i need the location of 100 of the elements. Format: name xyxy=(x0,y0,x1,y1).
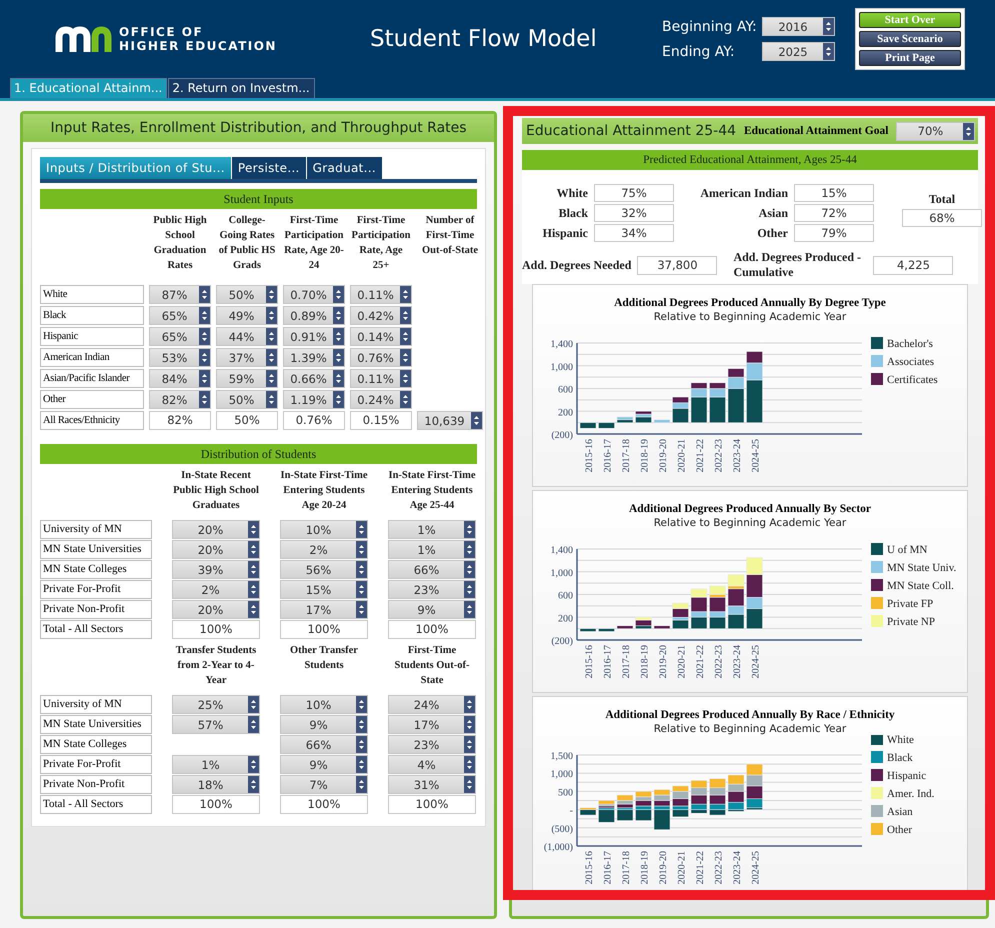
spinner-icon[interactable] xyxy=(356,561,367,578)
main-tab[interactable]: 2. Return on Investm... xyxy=(168,78,315,98)
spinner-icon[interactable] xyxy=(266,370,277,387)
spin-field[interactable]: 15% xyxy=(280,580,368,599)
spinner-icon[interactable] xyxy=(356,716,367,733)
spinner-icon[interactable] xyxy=(248,716,259,733)
spinner-icon[interactable] xyxy=(333,370,344,387)
spin-field[interactable]: 24% xyxy=(388,695,476,714)
spinner-icon[interactable] xyxy=(464,581,475,598)
spin-field[interactable]: 0.11% xyxy=(350,369,412,388)
section-tab[interactable]: Graduat... xyxy=(306,157,382,179)
spinner-icon[interactable] xyxy=(464,776,475,793)
spinner-icon[interactable] xyxy=(464,601,475,618)
spinner-icon[interactable] xyxy=(356,601,367,618)
spinner-icon[interactable] xyxy=(248,756,259,773)
year-field[interactable]: 2025 xyxy=(762,42,835,61)
spin-field[interactable]: 9% xyxy=(280,755,368,774)
spinner-icon[interactable] xyxy=(400,391,411,408)
spin-field[interactable]: 53% xyxy=(149,348,211,367)
spinner-icon[interactable] xyxy=(400,307,411,324)
spinner-icon[interactable] xyxy=(356,776,367,793)
section-tab[interactable]: Persiste... xyxy=(232,157,306,179)
spinner-icon[interactable] xyxy=(464,521,475,538)
spin-field[interactable]: 23% xyxy=(388,580,476,599)
spin-field[interactable]: 0.91% xyxy=(283,327,345,346)
spin-field[interactable]: 50% xyxy=(216,285,278,304)
spin-field[interactable]: 9% xyxy=(388,600,476,619)
spinner-icon[interactable] xyxy=(464,696,475,713)
spin-field[interactable]: 20% xyxy=(172,600,260,619)
spinner-icon[interactable] xyxy=(464,541,475,558)
spin-field[interactable]: 1% xyxy=(172,755,260,774)
spinner-icon[interactable] xyxy=(823,18,834,35)
spinner-icon[interactable] xyxy=(464,736,475,753)
spinner-icon[interactable] xyxy=(356,541,367,558)
spinner-icon[interactable] xyxy=(464,756,475,773)
spinner-icon[interactable] xyxy=(266,307,277,324)
spinner-icon[interactable] xyxy=(248,696,259,713)
spinner-icon[interactable] xyxy=(464,716,475,733)
spin-field[interactable]: 0.76% xyxy=(350,348,412,367)
spinner-icon[interactable] xyxy=(199,391,210,408)
spin-field[interactable]: 82% xyxy=(149,390,211,409)
spin-field[interactable]: 0.14% xyxy=(350,327,412,346)
spin-field[interactable]: 0.89% xyxy=(283,306,345,325)
spinner-icon[interactable] xyxy=(356,581,367,598)
spin-field[interactable]: 1.39% xyxy=(283,348,345,367)
spin-field[interactable]: 20% xyxy=(172,520,260,539)
spinner-icon[interactable] xyxy=(248,601,259,618)
section-tab[interactable]: Inputs / Distribution of Stu... xyxy=(40,157,231,179)
spin-field[interactable]: 0.42% xyxy=(350,306,412,325)
spinner-icon[interactable] xyxy=(356,756,367,773)
spin-field[interactable]: 49% xyxy=(216,306,278,325)
spin-field[interactable]: 2% xyxy=(280,540,368,559)
spin-field[interactable]: 2% xyxy=(172,580,260,599)
spin-field[interactable]: 23% xyxy=(388,735,476,754)
spinner-icon[interactable] xyxy=(333,307,344,324)
spinner-icon[interactable] xyxy=(266,286,277,303)
header-button[interactable]: Save Scenario xyxy=(859,31,961,47)
spin-field[interactable]: 84% xyxy=(149,369,211,388)
spin-field[interactable]: 59% xyxy=(216,369,278,388)
spin-field[interactable]: 0.70% xyxy=(283,285,345,304)
spinner-icon[interactable] xyxy=(199,307,210,324)
spin-field[interactable]: 0.24% xyxy=(350,390,412,409)
spinner-icon[interactable] xyxy=(199,349,210,366)
spinner-icon[interactable] xyxy=(266,349,277,366)
spin-field[interactable]: 25% xyxy=(172,695,260,714)
header-button[interactable]: Print Page xyxy=(859,50,961,66)
goal-field[interactable]: 70% xyxy=(896,122,976,140)
spinner-icon[interactable] xyxy=(963,122,974,140)
spin-field[interactable]: 37% xyxy=(216,348,278,367)
spin-field[interactable]: 1% xyxy=(388,540,476,559)
spin-field[interactable]: 31% xyxy=(388,775,476,794)
spinner-icon[interactable] xyxy=(266,391,277,408)
spinner-icon[interactable] xyxy=(199,286,210,303)
spin-field[interactable]: 87% xyxy=(149,285,211,304)
spinner-icon[interactable] xyxy=(823,43,834,60)
spinner-icon[interactable] xyxy=(266,328,277,345)
spinner-icon[interactable] xyxy=(356,736,367,753)
spin-field[interactable]: 39% xyxy=(172,560,260,579)
spinner-icon[interactable] xyxy=(464,561,475,578)
spinner-icon[interactable] xyxy=(400,349,411,366)
spinner-icon[interactable] xyxy=(356,696,367,713)
spinner-icon[interactable] xyxy=(248,776,259,793)
spinner-icon[interactable] xyxy=(199,328,210,345)
spin-field[interactable]: 66% xyxy=(280,735,368,754)
year-field[interactable]: 2016 xyxy=(762,17,835,36)
spinner-icon[interactable] xyxy=(248,581,259,598)
spin-field[interactable]: 10% xyxy=(280,695,368,714)
spinner-icon[interactable] xyxy=(333,286,344,303)
spin-field[interactable]: 1.19% xyxy=(283,390,345,409)
spin-field[interactable]: 0.11% xyxy=(350,285,412,304)
spin-field[interactable]: 10,639 xyxy=(417,411,483,430)
spin-field[interactable]: 17% xyxy=(280,600,368,619)
spinner-icon[interactable] xyxy=(248,541,259,558)
spin-field[interactable]: 0.66% xyxy=(283,369,345,388)
spin-field[interactable]: 9% xyxy=(280,715,368,734)
spin-field[interactable]: 66% xyxy=(388,560,476,579)
spinner-icon[interactable] xyxy=(333,391,344,408)
spin-field[interactable]: 4% xyxy=(388,755,476,774)
spinner-icon[interactable] xyxy=(199,370,210,387)
spin-field[interactable]: 18% xyxy=(172,775,260,794)
